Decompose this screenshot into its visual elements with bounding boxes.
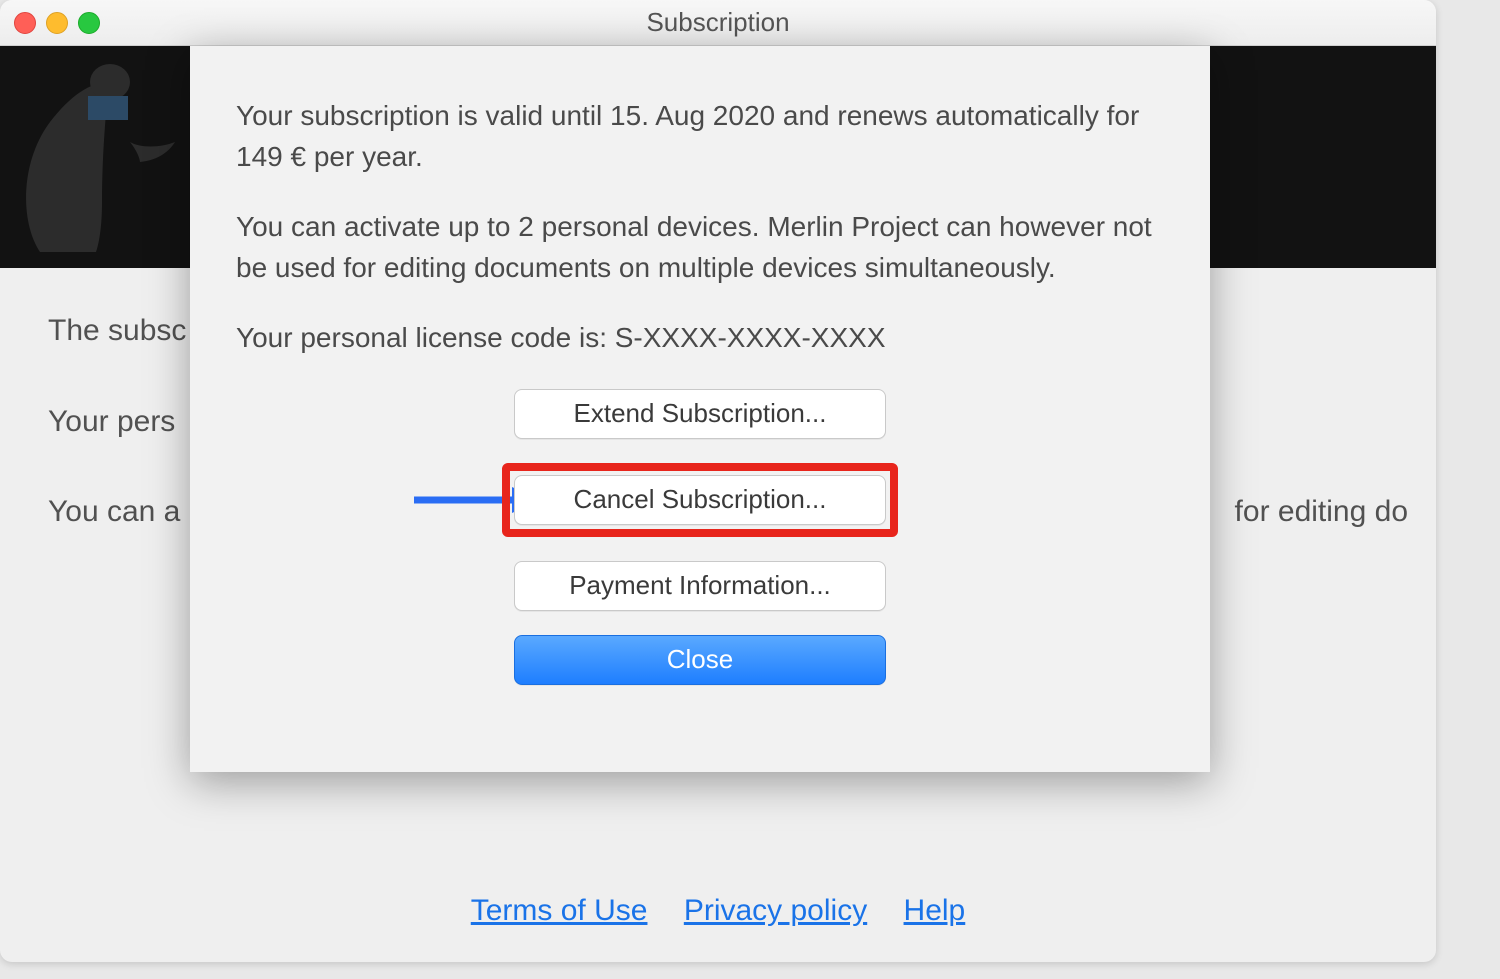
bg-text-3b: for editing do (1235, 489, 1408, 536)
window-title: Subscription (646, 7, 789, 38)
help-link[interactable]: Help (904, 894, 966, 927)
subscription-sheet: Your subscription is valid until 15. Aug… (190, 46, 1210, 772)
minimize-window-button[interactable] (46, 12, 68, 34)
cancel-subscription-button[interactable]: Cancel Subscription... (514, 475, 886, 525)
maximize-window-button[interactable] (78, 12, 100, 34)
app-icon (10, 52, 200, 267)
close-window-button[interactable] (14, 12, 36, 34)
device-activation-text: You can activate up to 2 personal device… (236, 207, 1164, 288)
main-window: Subscription The subsc Your pers You can… (0, 0, 1436, 962)
extend-subscription-button[interactable]: Extend Subscription... (514, 389, 886, 439)
footer-links: Terms of Use Privacy policy Help (0, 894, 1436, 928)
license-code-text: Your personal license code is: S-XXXX-XX… (236, 318, 1164, 359)
terms-of-use-link[interactable]: Terms of Use (471, 894, 648, 927)
button-stack: Extend Subscription... Cancel Subscripti… (236, 389, 1164, 685)
cancel-subscription-highlight: Cancel Subscription... (502, 463, 898, 537)
subscription-validity-text: Your subscription is valid until 15. Aug… (236, 96, 1164, 177)
close-button[interactable]: Close (514, 635, 886, 685)
bg-text-3a: You can a (48, 489, 180, 536)
traffic-lights (14, 12, 100, 34)
payment-information-button[interactable]: Payment Information... (514, 561, 886, 611)
titlebar: Subscription (0, 0, 1436, 46)
privacy-policy-link[interactable]: Privacy policy (684, 894, 867, 927)
